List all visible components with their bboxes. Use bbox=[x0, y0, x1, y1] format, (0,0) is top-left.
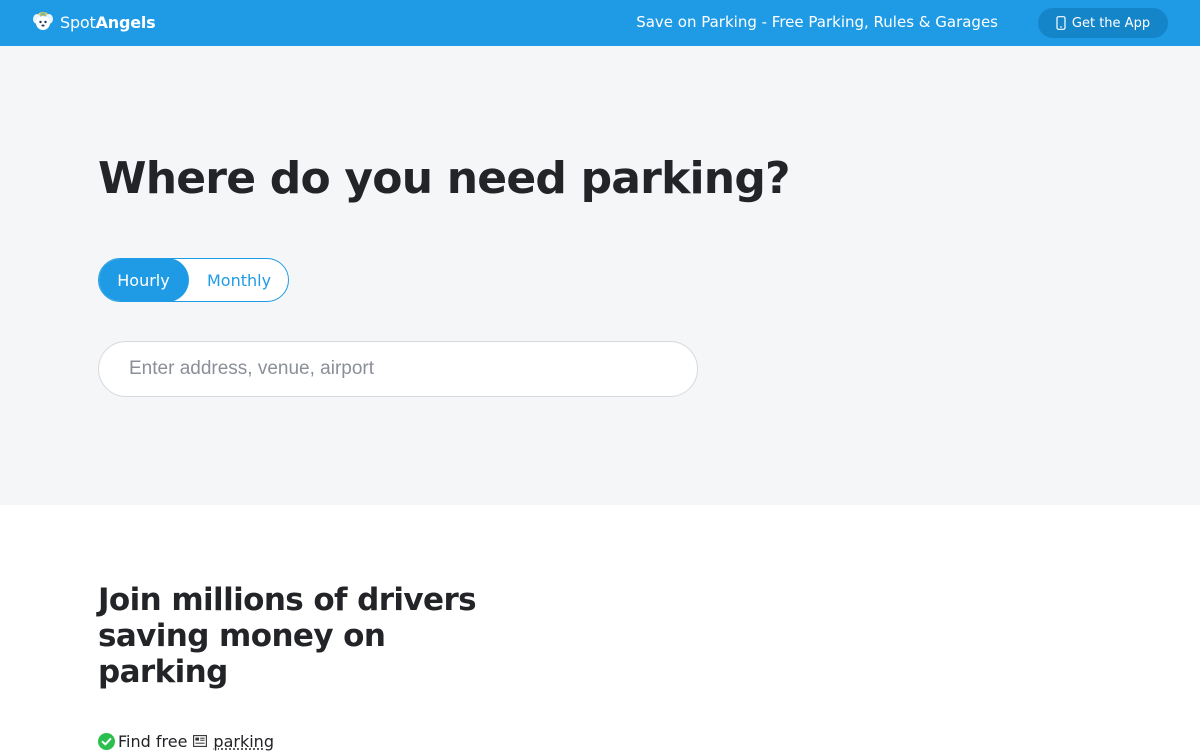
check-circle-icon bbox=[98, 732, 115, 750]
feature-link-parking[interactable]: parking bbox=[213, 732, 274, 751]
join-heading: Join millions of drivers saving money on… bbox=[98, 582, 477, 690]
toggle-option-hourly[interactable]: Hourly bbox=[99, 259, 189, 301]
search-input[interactable] bbox=[98, 341, 698, 397]
header-tagline: Save on Parking - Free Parking, Rules & … bbox=[636, 13, 998, 31]
brand-name-angels: Angels bbox=[95, 12, 156, 32]
feature-item-find-free-parking: Find free parking bbox=[98, 731, 274, 751]
brand-logo-link[interactable]: SpotAngels bbox=[32, 10, 156, 34]
top-navigation-bar: SpotAngels Save on Parking - Free Parkin… bbox=[0, 0, 1200, 46]
brand-name: SpotAngels bbox=[60, 12, 156, 32]
phone-icon bbox=[1056, 16, 1066, 30]
spotangels-logo-icon bbox=[33, 12, 53, 30]
toggle-option-monthly[interactable]: Monthly bbox=[189, 259, 288, 301]
get-the-app-label: Get the App bbox=[1071, 15, 1151, 31]
brand-name-spot: Spot bbox=[60, 12, 96, 32]
get-the-app-button[interactable]: Get the App bbox=[1038, 8, 1168, 38]
feature-text: Find free bbox=[118, 731, 188, 751]
hero-section: Where do you need parking? Hourly Monthl… bbox=[0, 46, 1200, 505]
parking-duration-toggle: Hourly Monthly bbox=[98, 258, 289, 302]
card-icon bbox=[193, 735, 208, 747]
page-title: Where do you need parking? bbox=[98, 153, 791, 204]
